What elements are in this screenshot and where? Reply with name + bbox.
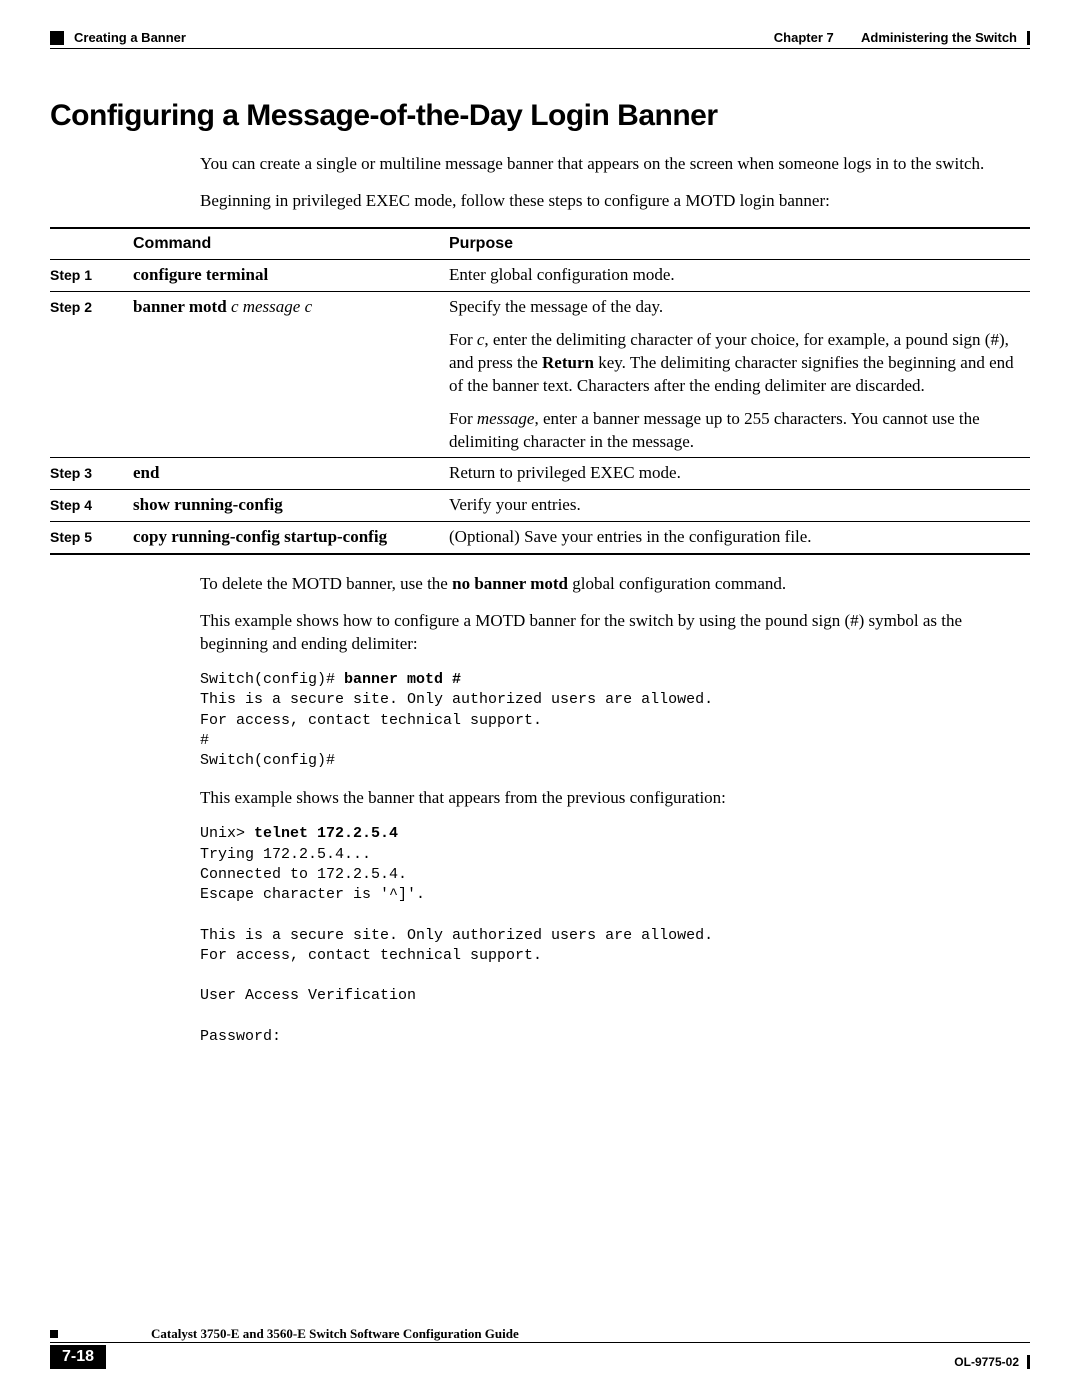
page-title: Configuring a Message-of-the-Day Login B… — [50, 99, 1030, 133]
header-left: Creating a Banner — [50, 30, 186, 45]
footer-rule — [50, 1342, 1030, 1343]
page-footer: Catalyst 3750-E and 3560-E Switch Softwa… — [50, 1326, 1030, 1369]
purpose-text: (Optional) Save your entries in the conf… — [449, 526, 1022, 549]
intro-paragraph: You can create a single or multiline mes… — [200, 153, 1005, 176]
footer-right: OL-9775-02 — [954, 1355, 1030, 1369]
page-number-badge: 7-18 — [50, 1345, 106, 1369]
command-table: Command Purpose Step 1 configure termina… — [50, 227, 1030, 555]
table-row: Step 4 show running-config Verify your e… — [50, 490, 1030, 522]
purpose-text: Verify your entries. — [449, 494, 1022, 517]
col-step — [50, 228, 133, 260]
step-label: Step 2 — [50, 299, 92, 315]
command-text: end — [133, 463, 159, 482]
purpose-text: For message, enter a banner message up t… — [449, 408, 1022, 454]
command-text: configure terminal — [133, 265, 268, 284]
col-purpose: Purpose — [449, 228, 1030, 260]
page-header: Creating a Banner Chapter 7 Administerin… — [50, 30, 1030, 45]
table-row: Step 2 banner motd c message c Specify t… — [50, 291, 1030, 458]
intro-paragraph: Beginning in privileged EXEC mode, follo… — [200, 190, 1005, 213]
purpose-text: Return to privileged EXEC mode. — [449, 462, 1022, 485]
header-rule — [50, 48, 1030, 49]
col-command: Command — [133, 228, 449, 260]
table-row: Step 3 end Return to privileged EXEC mod… — [50, 458, 1030, 490]
header-right: Chapter 7 Administering the Switch — [774, 30, 1030, 45]
body-paragraph: To delete the MOTD banner, use the no ba… — [200, 573, 1005, 596]
body-paragraph: This example shows the banner that appea… — [200, 787, 1005, 810]
header-section-title: Creating a Banner — [74, 30, 186, 45]
purpose-text: For c, enter the delimiting character of… — [449, 329, 1022, 398]
code-block: Switch(config)# banner motd # This is a … — [200, 670, 1005, 771]
table-row: Step 1 configure terminal Enter global c… — [50, 259, 1030, 291]
square-bullet-icon — [50, 31, 64, 45]
purpose-text: Specify the message of the day. — [449, 296, 1022, 319]
command-arg: c message c — [227, 297, 312, 316]
footer-doc-id: OL-9775-02 — [954, 1355, 1019, 1369]
after-table-block: To delete the MOTD banner, use the no ba… — [200, 573, 1005, 1047]
header-chapter-title: Administering the Switch — [861, 30, 1017, 45]
document-page: Creating a Banner Chapter 7 Administerin… — [0, 0, 1080, 1397]
vertical-bar-icon — [1027, 1355, 1030, 1369]
step-label: Step 3 — [50, 465, 92, 481]
footer-left: 7-18 — [50, 1345, 106, 1369]
command-text: banner motd — [133, 297, 227, 316]
code-block: Unix> telnet 172.2.5.4 Trying 172.2.5.4.… — [200, 824, 1005, 1047]
body-paragraph: This example shows how to configure a MO… — [200, 610, 1005, 656]
table-row: Step 5 copy running-config startup-confi… — [50, 522, 1030, 554]
intro-block: You can create a single or multiline mes… — [200, 153, 1005, 213]
footer-guide-title: Catalyst 3750-E and 3560-E Switch Softwa… — [151, 1326, 519, 1342]
step-label: Step 1 — [50, 267, 92, 283]
header-chapter: Chapter 7 — [774, 30, 834, 45]
step-label: Step 5 — [50, 529, 92, 545]
vertical-bar-icon — [1027, 31, 1030, 45]
purpose-text: Enter global configuration mode. — [449, 264, 1022, 287]
command-text: show running-config — [133, 495, 283, 514]
command-text: copy running-config startup-config — [133, 527, 387, 546]
square-bullet-icon — [50, 1330, 58, 1338]
step-label: Step 4 — [50, 497, 92, 513]
